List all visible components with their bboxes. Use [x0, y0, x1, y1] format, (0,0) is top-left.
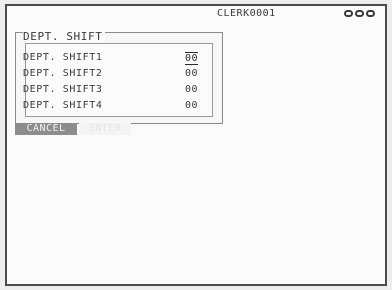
- dialog-title: DEPT. SHIFT: [23, 31, 106, 43]
- double-ring-icon: [344, 9, 378, 18]
- dept-shift-row-3[interactable]: DEPT. SHIFT3 00: [19, 83, 198, 97]
- cancel-button[interactable]: CANCEL: [15, 123, 77, 135]
- dept-shift-row-2[interactable]: DEPT. SHIFT2 00: [19, 67, 198, 81]
- row-label: DEPT. SHIFT1: [23, 52, 103, 63]
- row-value[interactable]: 00: [185, 52, 199, 65]
- row-label: DEPT. SHIFT4: [23, 100, 103, 111]
- row-value[interactable]: 00: [185, 67, 198, 81]
- dept-shift-row-4[interactable]: DEPT. SHIFT4 00: [19, 99, 198, 113]
- clerk-id: CLERK0001: [217, 8, 276, 19]
- status-bar: CLERK0001: [7, 6, 385, 20]
- pos-display: CLERK0001 DEPT. SHIFT DEPT. SHIFT1 00 DE…: [5, 4, 387, 286]
- row-label: DEPT. SHIFT2: [23, 68, 103, 79]
- enter-button[interactable]: ENTER: [79, 123, 131, 135]
- row-label: DEPT. SHIFT3: [23, 84, 103, 95]
- row-value[interactable]: 00: [185, 99, 198, 113]
- row-value[interactable]: 00: [185, 83, 198, 97]
- dept-shift-row-1[interactable]: DEPT. SHIFT1 00: [19, 51, 199, 65]
